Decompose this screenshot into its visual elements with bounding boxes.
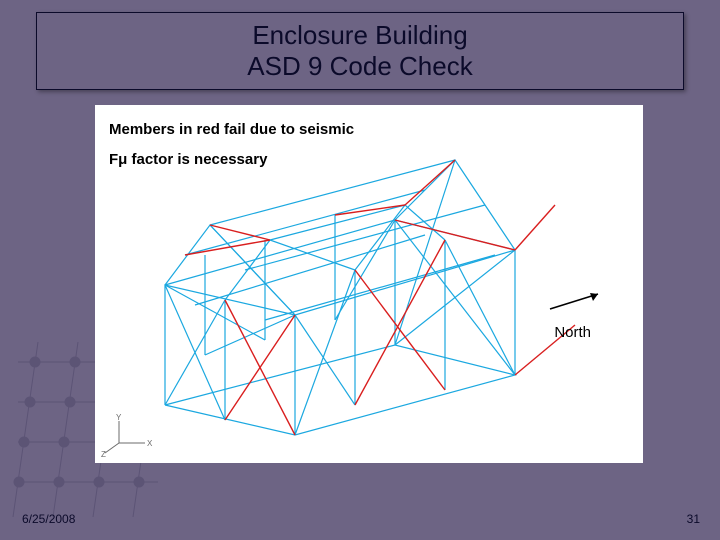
footer-date: 6/25/2008 bbox=[22, 512, 75, 526]
wireframe-drawing bbox=[95, 105, 643, 463]
axis-x-label: X bbox=[147, 439, 153, 448]
axis-z-label: Z bbox=[101, 450, 106, 457]
slide-title: Enclosure Building ASD 9 Code Check bbox=[247, 20, 472, 82]
slide-title-box: Enclosure Building ASD 9 Code Check bbox=[36, 12, 684, 90]
north-arrow-icon bbox=[548, 289, 608, 313]
axis-y-label: Y bbox=[116, 413, 122, 422]
coordinate-triad-icon: Y X Z bbox=[101, 413, 157, 457]
structural-figure: Members in red fail due to seismic Fμ fa… bbox=[95, 105, 643, 463]
title-line-2: ASD 9 Code Check bbox=[247, 51, 472, 81]
north-label: North bbox=[554, 324, 591, 341]
title-line-1: Enclosure Building bbox=[252, 20, 467, 50]
footer-page-number: 31 bbox=[687, 512, 700, 526]
